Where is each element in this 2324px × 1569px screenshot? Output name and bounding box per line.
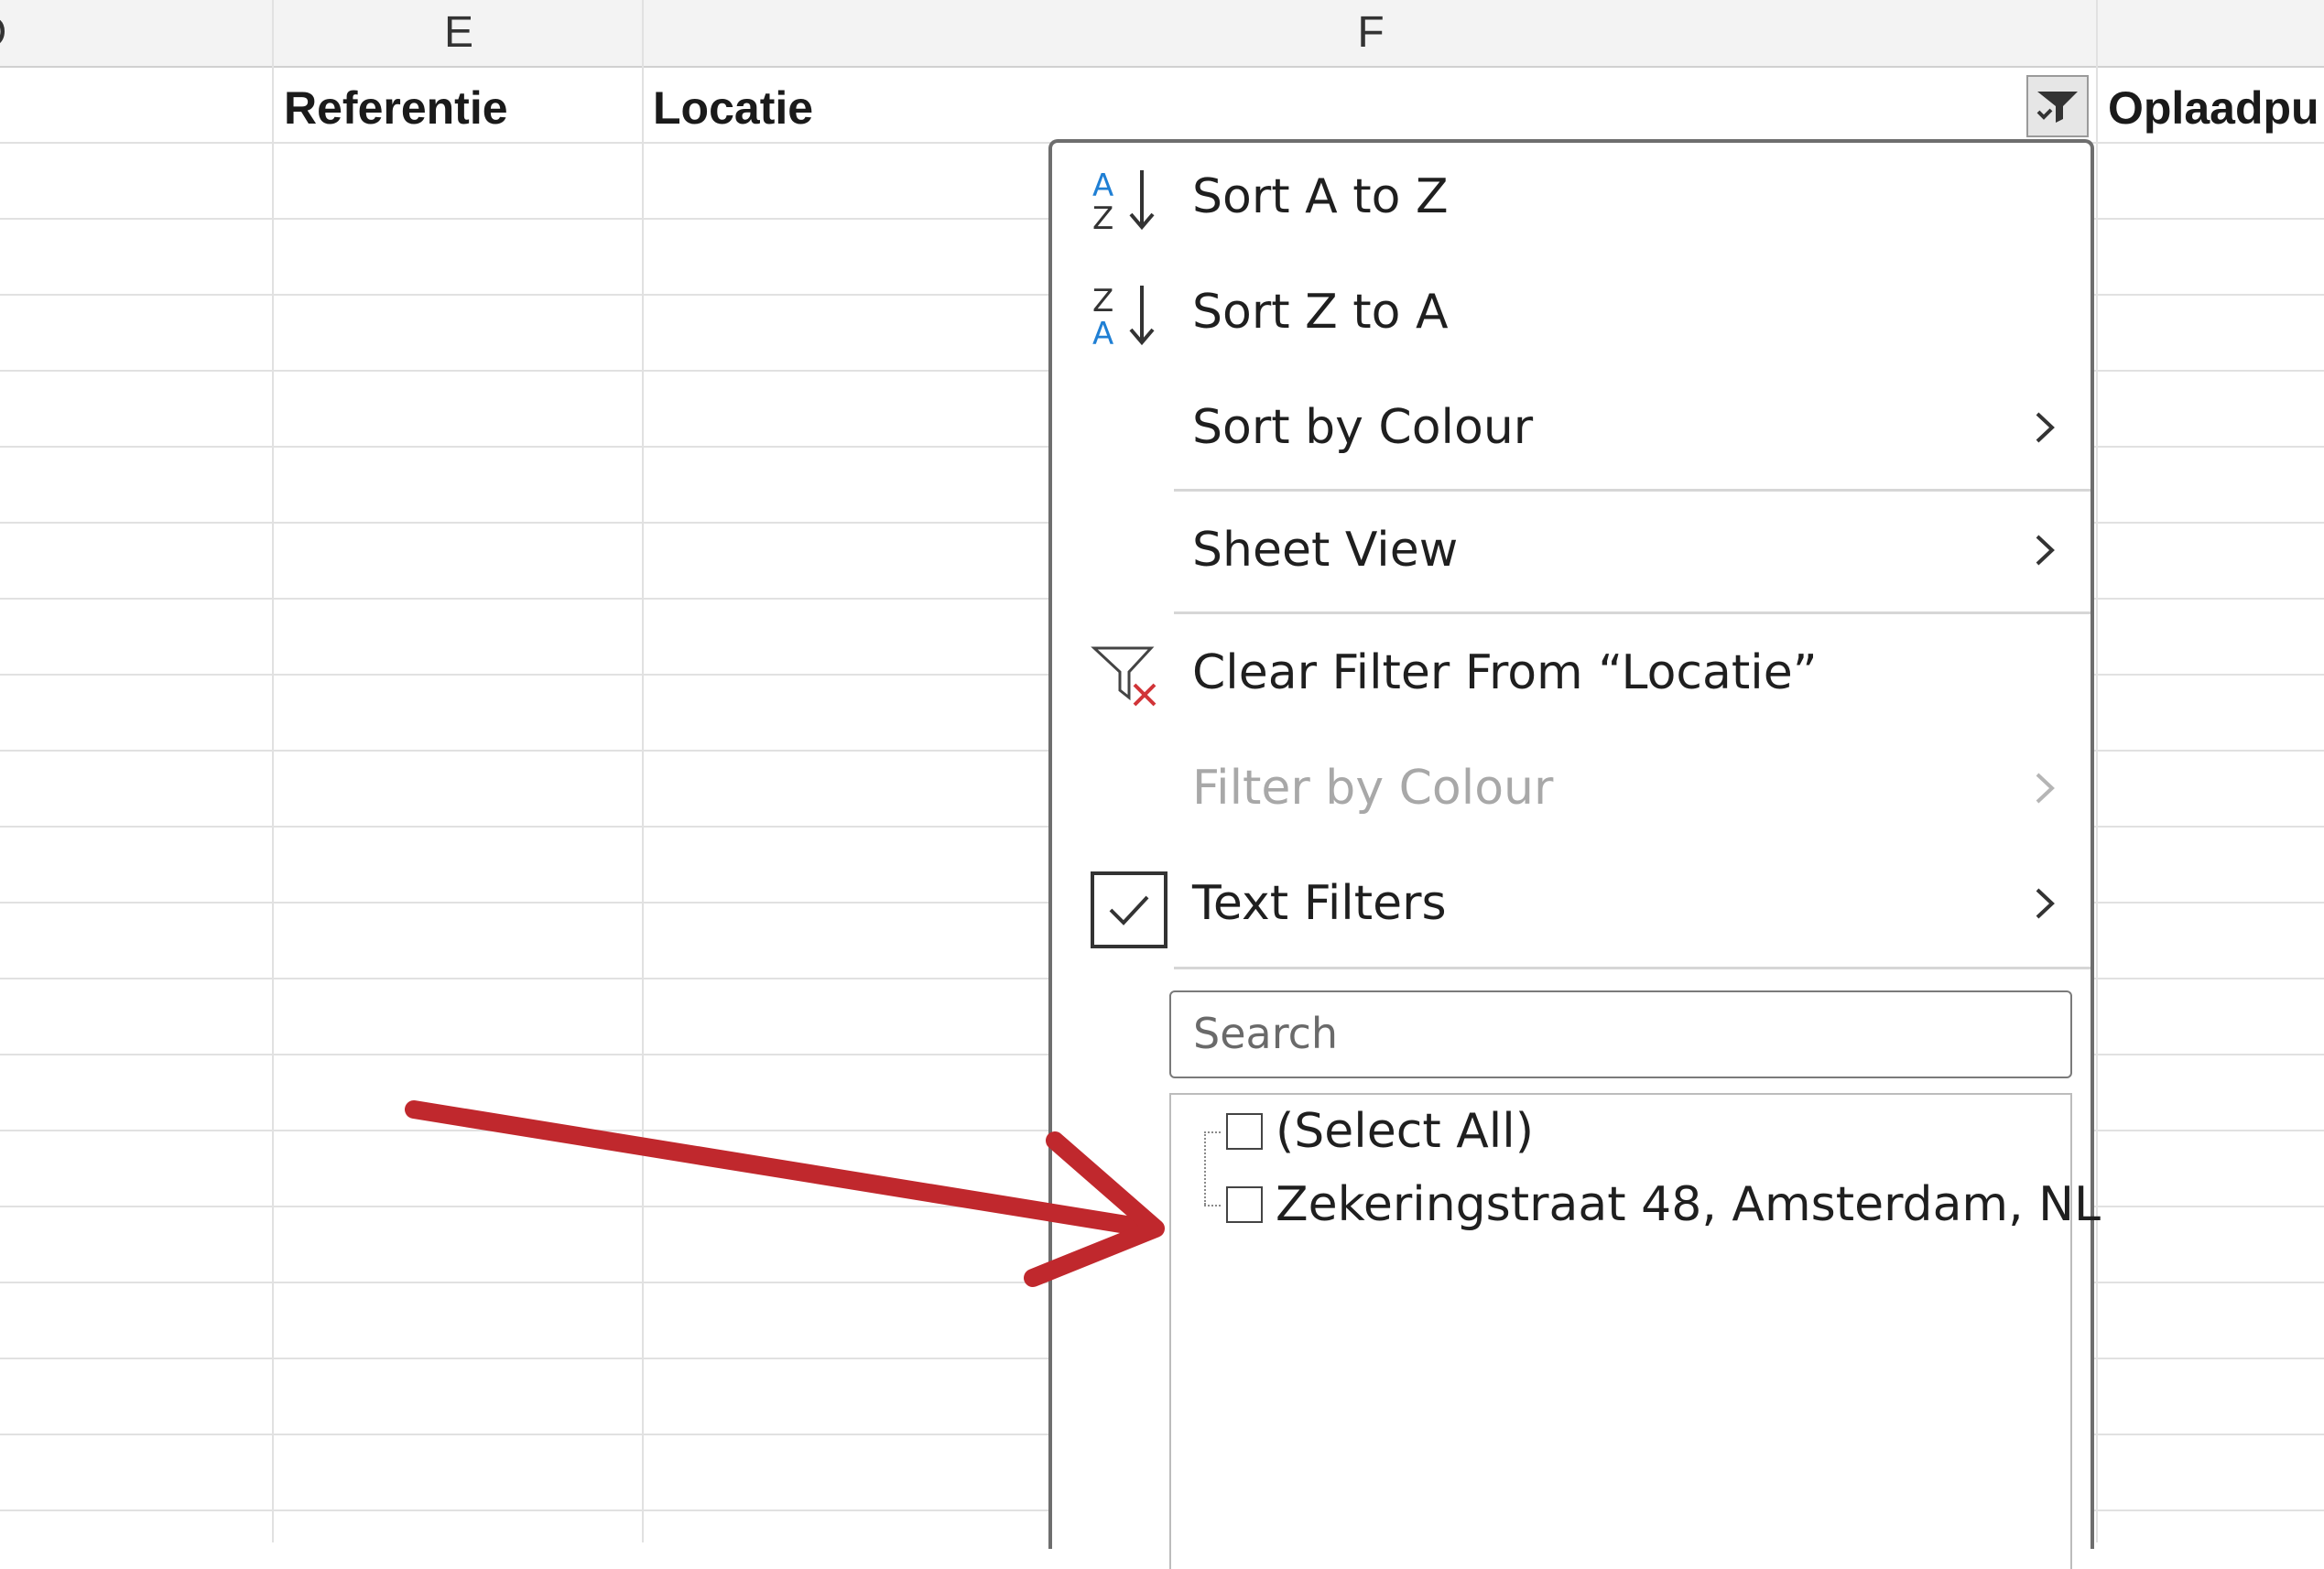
annotation-arrow-shaft — [405, 1100, 1158, 1238]
annotation-arrow — [405, 1100, 1165, 1287]
